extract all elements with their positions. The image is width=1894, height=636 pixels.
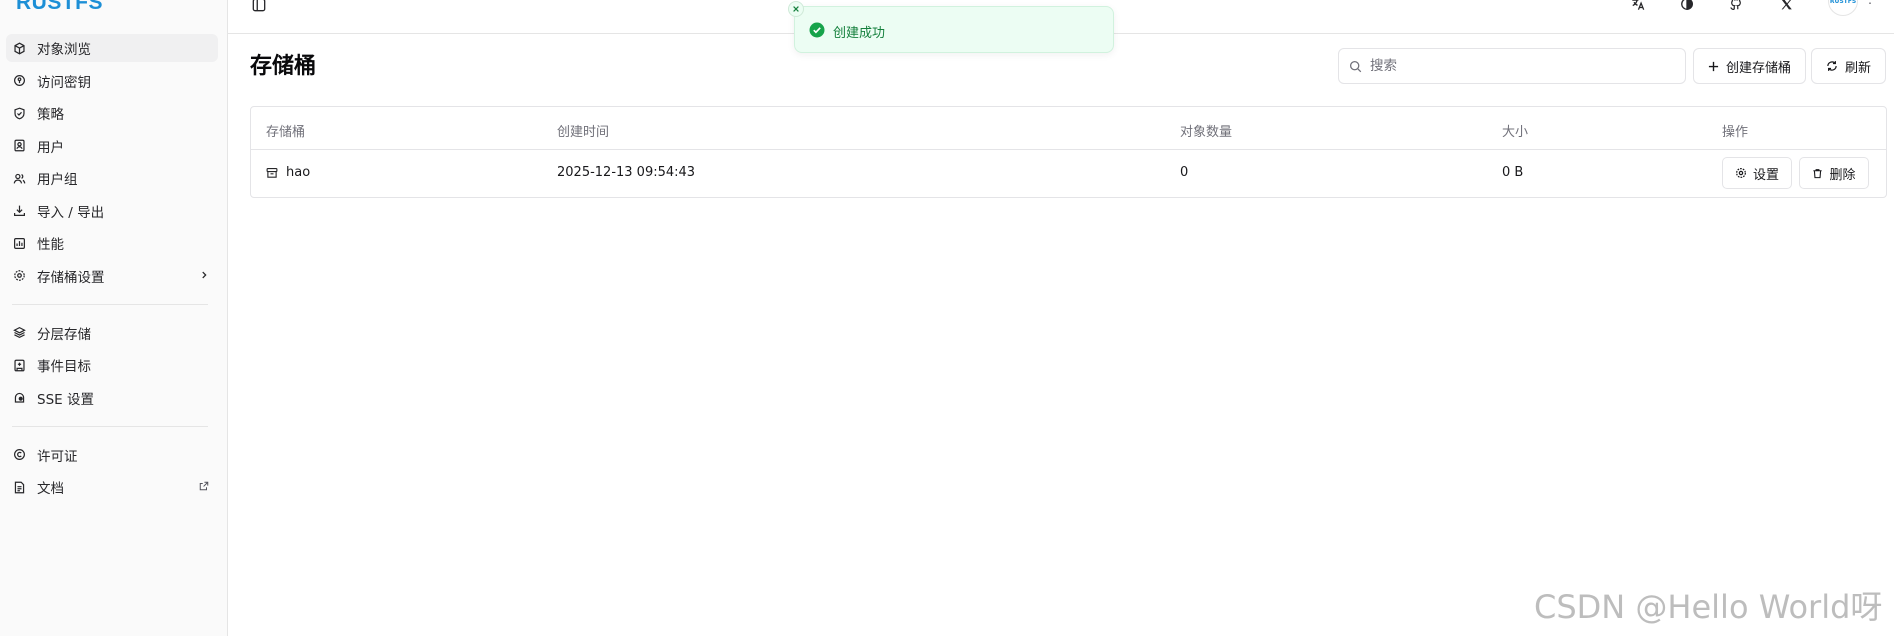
watermark: CSDN @Hello World呀 [1534, 588, 1883, 626]
table-row[interactable]: hao 2025-12-13 09:54:43 0 0 B 设置 删除 [251, 150, 1886, 197]
users-icon [12, 171, 26, 185]
create-bucket-label: 创建存储桶 [1725, 60, 1791, 76]
sidebar-item-label: 事件目标 [37, 359, 91, 375]
sidebar-item-label: SSE 设置 [37, 391, 94, 408]
bucket-name: hao [286, 165, 311, 180]
avatar[interactable]: RUSTFS [1828, 0, 1858, 16]
plus-icon [1708, 61, 1719, 71]
gear-icon [1736, 168, 1746, 178]
toast-message: 创建成功 [833, 26, 886, 41]
translate-icon[interactable] [1630, 0, 1646, 12]
sidebar-nav: 对象浏览 访问密钥 策略 用户 用户组 导入 / 导出 性能 存储桶设置 分层存… [0, 34, 228, 506]
sidebar-item-docs[interactable]: 文档 [6, 473, 218, 501]
sidebar-item-bucket-settings[interactable]: 存储桶设置 [6, 262, 218, 290]
refresh-label: 刷新 [1844, 60, 1871, 76]
sidebar-item-tiering[interactable]: 分层存储 [6, 319, 218, 347]
search-icon [1349, 60, 1362, 72]
toast-close-button[interactable] [788, 1, 804, 17]
sidebar-item-label: 存储桶设置 [37, 269, 105, 286]
chevron-right-icon [198, 269, 210, 281]
document-icon [12, 480, 26, 494]
bucket-name-cell[interactable]: hao [266, 165, 310, 180]
layers-icon [12, 326, 26, 340]
table-header: 存储桶 创建时间 对象数量 大小 操作 [251, 107, 1886, 150]
sidebar-item-access-keys[interactable]: 访问密钥 [6, 67, 218, 95]
column-header-actions: 操作 [1722, 125, 1749, 140]
delete-label: 删除 [1829, 166, 1856, 182]
sidebar-item-event-targets[interactable]: 事件目标 [6, 351, 218, 379]
search-input[interactable] [1370, 58, 1670, 74]
sidebar-item-object-browser[interactable]: 对象浏览 [6, 34, 218, 62]
sidebar-item-users[interactable]: 用户 [6, 132, 218, 160]
theme-icon[interactable] [1679, 0, 1695, 12]
search-box[interactable] [1338, 48, 1686, 84]
check-circle-icon [809, 22, 825, 38]
sidebar-item-sse-settings[interactable]: SSE 设置 [6, 384, 218, 412]
user-icon [12, 139, 26, 153]
column-header-size[interactable]: 大小 [1502, 121, 1528, 140]
sidebar-item-policies[interactable]: 策略 [6, 99, 218, 127]
copyright-icon [12, 448, 26, 462]
column-header-created[interactable]: 创建时间 [557, 121, 609, 140]
create-bucket-button[interactable]: 创建存储桶 [1693, 48, 1806, 84]
sidebar: RUSTFS 对象浏览 访问密钥 策略 用户 用户组 导入 / 导出 性能 存储… [0, 0, 228, 636]
sidebar-item-label: 性能 [37, 237, 64, 253]
sidebar-item-user-groups[interactable]: 用户组 [6, 164, 218, 192]
trash-icon [1813, 168, 1823, 178]
sidebar-item-label: 用户组 [37, 172, 78, 188]
bucket-settings-button[interactable]: 设置 [1722, 157, 1792, 189]
sidebar-item-label: 导入 / 导出 [37, 204, 105, 221]
sidebar-item-license[interactable]: 许可证 [6, 441, 218, 469]
sidebar-item-label: 文档 [37, 481, 64, 497]
sidebar-item-label: 对象浏览 [37, 42, 91, 58]
key-icon [12, 74, 26, 88]
target-icon [12, 358, 26, 372]
sidebar-item-label: 策略 [37, 107, 64, 123]
sidebar-item-performance[interactable]: 性能 [6, 229, 218, 257]
more-options-icon[interactable]: ⋮ [1864, 0, 1876, 10]
shield-icon [12, 106, 26, 120]
lock-icon [12, 391, 26, 405]
external-link-icon [198, 480, 210, 492]
sidebar-item-label: 分层存储 [37, 326, 91, 343]
sidebar-item-label: 访问密钥 [37, 74, 91, 91]
delete-bucket-button[interactable]: 删除 [1799, 157, 1869, 189]
sidebar-item-import-export[interactable]: 导入 / 导出 [6, 197, 218, 225]
x-icon[interactable] [1778, 0, 1794, 12]
sidebar-item-label: 许可证 [37, 448, 78, 465]
refresh-icon [1827, 61, 1837, 71]
download-icon [12, 204, 26, 218]
success-toast: 创建成功 [788, 1, 1114, 53]
refresh-button[interactable]: 刷新 [1811, 48, 1886, 84]
app-logo[interactable]: RUSTFS [16, 0, 103, 15]
settings-label: 设置 [1752, 166, 1779, 182]
sidebar-toggle-icon[interactable] [252, 0, 266, 12]
github-icon[interactable] [1728, 0, 1744, 12]
buckets-table: 存储桶 创建时间 对象数量 大小 操作 hao 2025-12-13 09:54… [250, 106, 1887, 198]
created-time-cell: 2025-12-13 09:54:43 [557, 165, 696, 180]
column-header-objects[interactable]: 对象数量 [1180, 121, 1232, 140]
chart-icon [12, 236, 26, 250]
sidebar-divider [12, 425, 208, 427]
sidebar-divider [12, 303, 208, 305]
column-header-bucket[interactable]: 存储桶 [266, 121, 305, 140]
sidebar-item-label: 用户 [37, 139, 64, 156]
gear-icon [12, 269, 26, 283]
cube-icon [12, 41, 26, 55]
size-cell: 0 B [1502, 165, 1524, 180]
bucket-icon [266, 167, 278, 178]
object-count-cell: 0 [1180, 165, 1189, 180]
page-title: 存储桶 [250, 54, 317, 79]
